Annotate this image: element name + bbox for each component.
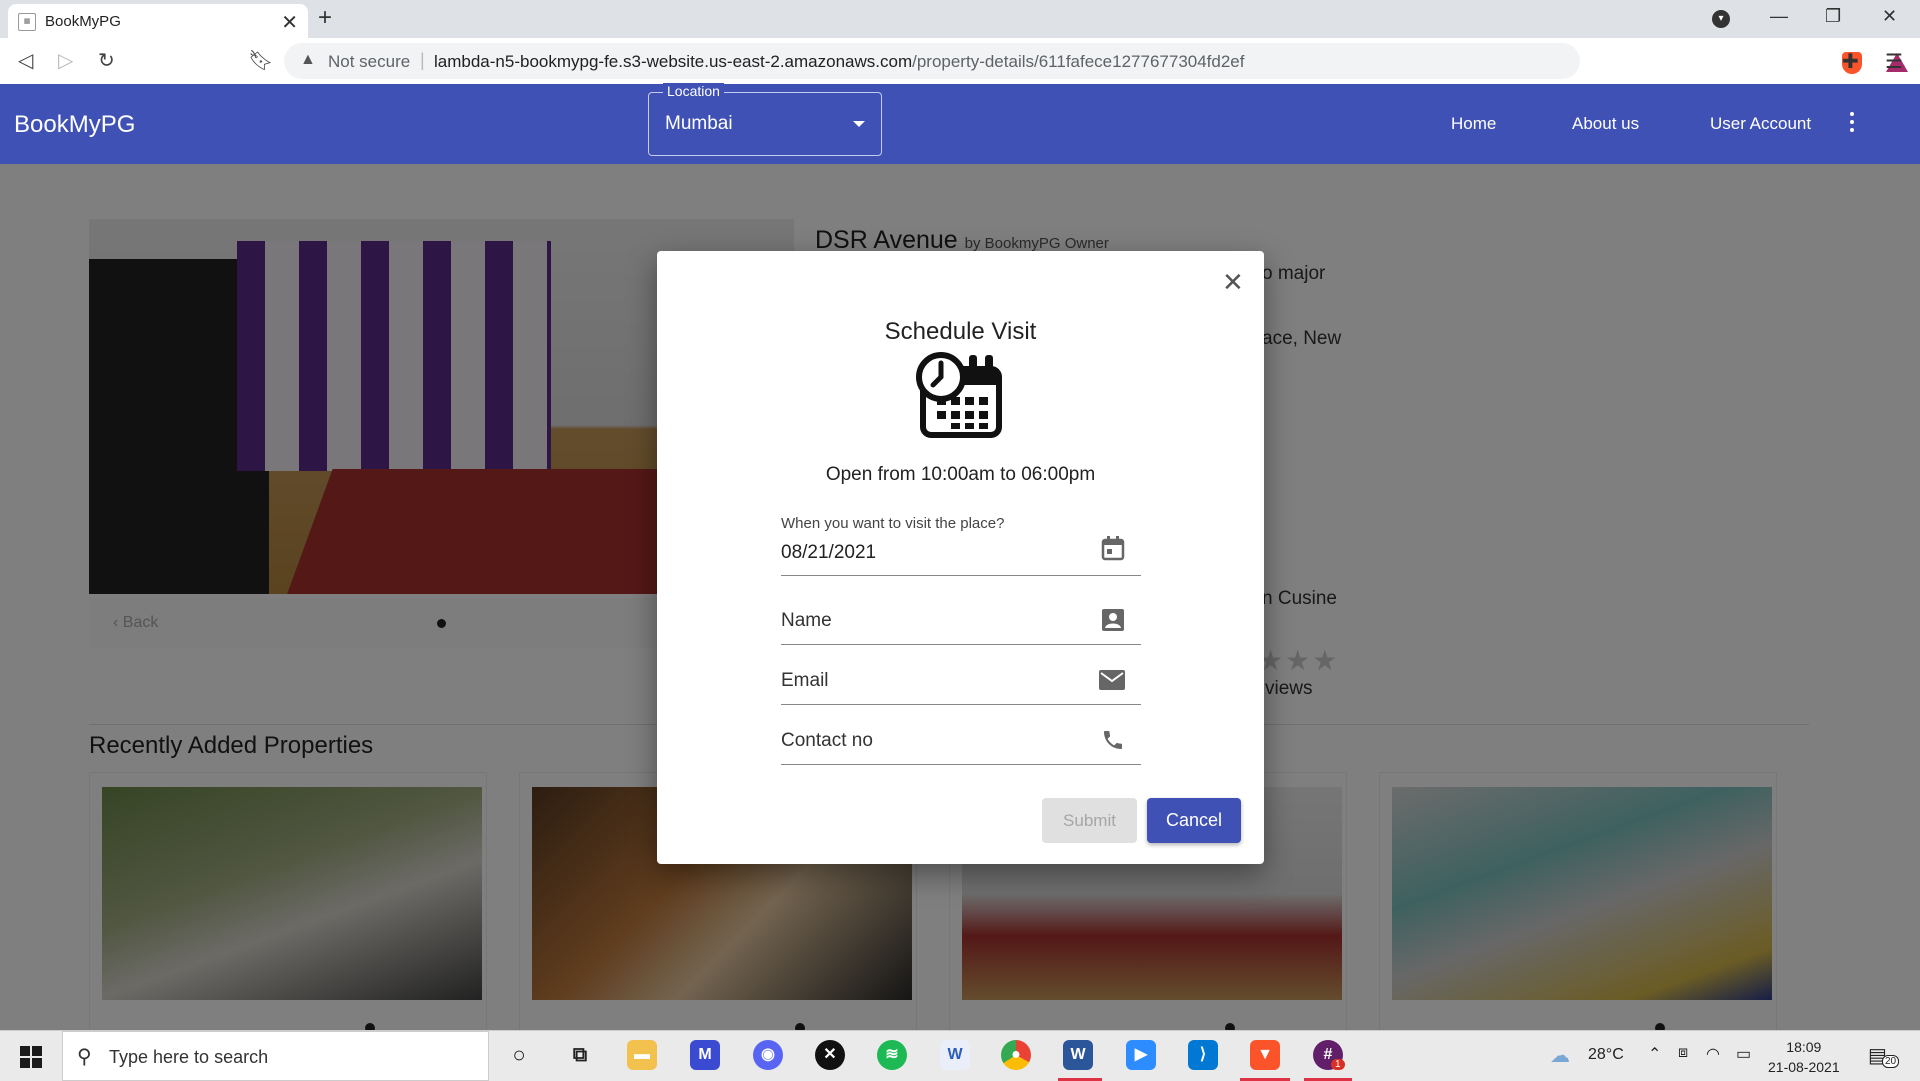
notification-center-icon[interactable]: ▤ 20 (1868, 1043, 1900, 1068)
tab-close-icon[interactable]: ✕ (281, 10, 298, 35)
wifi-icon[interactable]: ◠ (1706, 1044, 1720, 1064)
notification-count: 20 (1882, 1055, 1900, 1068)
taskbar-search[interactable]: ⚲ Type here to search (62, 1031, 489, 1081)
extensions-icon[interactable]: ✚ (1842, 49, 1859, 74)
name-field[interactable] (781, 598, 1141, 645)
nav-user-account[interactable]: User Account (1710, 114, 1811, 134)
email-input[interactable] (781, 670, 1081, 692)
visit-date-label: When you want to visit the place? (781, 515, 1005, 532)
back-arrow-icon[interactable]: ◁ (18, 48, 33, 73)
xbox-icon[interactable]: ✕ (815, 1040, 845, 1070)
minimize-icon[interactable]: — (1770, 6, 1788, 27)
app-icon-w[interactable]: W (940, 1040, 970, 1070)
brand-logo[interactable]: BookMyPG (14, 111, 135, 139)
visit-date-value[interactable]: 08/21/2021 (781, 542, 876, 564)
restore-icon[interactable]: ❐ (1825, 6, 1841, 27)
url-path: /property-details/611fafece1277677304fd2… (912, 52, 1245, 71)
spotify-icon[interactable]: ≋ (877, 1040, 907, 1070)
name-input[interactable] (781, 610, 1081, 632)
file-explorer-icon[interactable]: ▬ (627, 1040, 657, 1070)
reload-icon[interactable]: ↻ (98, 48, 115, 73)
location-select[interactable]: Location Mumbai (648, 83, 882, 156)
task-view-icon[interactable]: ⧉ (565, 1040, 595, 1070)
new-tab-icon[interactable]: + (318, 4, 332, 32)
calendar-icon[interactable] (1101, 535, 1125, 561)
slack-badge: 1 (1331, 1059, 1345, 1070)
browser-tab-bar: ▦ BookMyPG ✕ + ▾ — ❐ ✕ (0, 0, 1920, 38)
clock-time: 18:09 (1786, 1039, 1822, 1055)
not-secure-label: Not secure (328, 52, 411, 71)
battery-icon[interactable]: ▭ (1736, 1044, 1751, 1064)
tab-search-icon[interactable]: ▾ (1712, 10, 1730, 28)
opening-hours: Open from 10:00am to 06:00pm (825, 464, 1096, 485)
contact-card-icon (1102, 609, 1124, 631)
more-vert-icon[interactable] (1850, 112, 1854, 136)
contact-field[interactable] (781, 718, 1141, 765)
contact-input[interactable] (781, 730, 1081, 752)
location-value: Mumbai (665, 113, 733, 134)
address-separator: | (420, 50, 425, 70)
discord-icon[interactable]: ◉ (753, 1040, 783, 1070)
site-favicon-icon: ▦ (18, 13, 36, 31)
submit-button[interactable]: Submit (1042, 798, 1137, 843)
url-host: lambda-n5-bookmypg-fe.s3-website.us-east… (434, 52, 913, 71)
warning-icon: ▲ (300, 51, 316, 68)
clock[interactable]: 18:09 21-08-2021 (1768, 1037, 1840, 1077)
url-text: lambda-n5-bookmypg-fe.s3-website.us-east… (434, 52, 1245, 72)
dialog-title: Schedule Visit (884, 318, 1037, 345)
meet-now-icon[interactable]: ⧈ (1678, 1044, 1688, 1062)
zoom-icon[interactable]: ▶ (1126, 1040, 1156, 1070)
word-icon[interactable]: W (1063, 1040, 1093, 1070)
nav-about-us[interactable]: About us (1572, 114, 1639, 134)
cancel-button[interactable]: Cancel (1147, 798, 1241, 843)
address-bar[interactable]: ▲ Not secure | lambda-n5-bookmypg-fe.s3-… (284, 43, 1908, 79)
email-field[interactable] (781, 658, 1141, 705)
phone-icon (1104, 731, 1122, 749)
vscode-icon[interactable]: ⟩ (1188, 1040, 1218, 1070)
weather-icon[interactable]: ☁ (1550, 1043, 1570, 1068)
browser-menu-icon[interactable]: ☰ (1885, 49, 1903, 74)
mail-icon (1099, 670, 1125, 690)
search-icon: ⚲ (77, 1046, 92, 1068)
windows-start-icon[interactable] (20, 1046, 42, 1068)
windows-taskbar: ⚲ Type here to search ○ ⧉ ▬ M ◉ ✕ ≋ W ● … (0, 1030, 1920, 1081)
bookmark-icon[interactable]: 🔖︎ (248, 48, 273, 73)
browser-tab[interactable]: ▦ BookMyPG ✕ (8, 4, 308, 38)
taskbar-search-placeholder: Type here to search (109, 1047, 269, 1067)
location-label: Location (663, 83, 724, 99)
clock-date: 21-08-2021 (1768, 1059, 1840, 1075)
schedule-visit-dialog: ✕ Schedule Visit Open from 10:00am to 06… (657, 251, 1264, 864)
visit-date-field[interactable]: When you want to visit the place? 08/21/… (781, 515, 1141, 576)
dropdown-caret-icon (853, 121, 865, 127)
dialog-close-icon[interactable]: ✕ (1222, 267, 1244, 298)
tab-title: BookMyPG (45, 13, 121, 30)
forward-arrow-icon[interactable]: ▷ (58, 48, 73, 73)
nav-home[interactable]: Home (1451, 114, 1496, 134)
app-icon-m[interactable]: M (690, 1040, 720, 1070)
browser-toolbar: ◁ ▷ ↻ 🔖︎ ▲ Not secure | lambda-n5-bookmy… (0, 38, 1920, 85)
calendar-clock-icon (916, 352, 1002, 438)
cortana-icon[interactable]: ○ (504, 1040, 534, 1070)
chrome-icon[interactable]: ● (1001, 1040, 1031, 1070)
tray-chevron-icon[interactable]: ⌃ (1648, 1044, 1661, 1064)
temperature[interactable]: 28°C (1588, 1046, 1624, 1064)
brave-icon[interactable]: ▼ (1250, 1040, 1280, 1070)
app-header: BookMyPG Location Mumbai Home About us U… (0, 83, 1920, 164)
window-close-icon[interactable]: ✕ (1882, 6, 1897, 27)
